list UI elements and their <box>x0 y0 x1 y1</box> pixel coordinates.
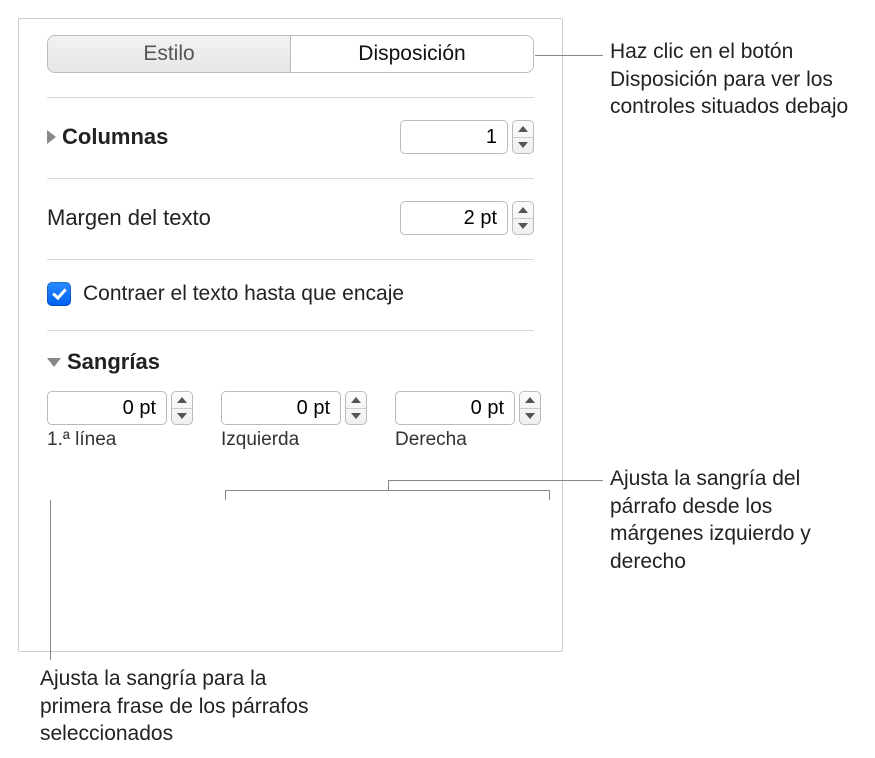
indent-left-stepper <box>221 391 367 425</box>
indent-first-input[interactable] <box>47 391 167 425</box>
columns-stepper <box>400 120 534 154</box>
text-margin-label: Margen del texto <box>47 205 211 231</box>
indent-first-down[interactable] <box>172 409 192 425</box>
indent-first-stepper <box>47 391 193 425</box>
indent-first-col: 1.ª línea <box>47 391 193 451</box>
columns-row: Columnas <box>47 120 534 154</box>
columns-step-up[interactable] <box>513 121 533 138</box>
columns-input[interactable] <box>400 120 508 154</box>
callout-first-line: Ajusta la sangría para la primera frase … <box>40 665 330 748</box>
columns-stepper-buttons <box>512 120 534 154</box>
text-margin-row: Margen del texto <box>47 201 534 235</box>
divider <box>47 330 534 331</box>
callout-leader <box>388 480 603 481</box>
text-margin-stepper <box>400 201 534 235</box>
tab-style[interactable]: Estilo <box>48 36 291 72</box>
shrink-checkbox[interactable] <box>47 282 71 306</box>
text-margin-step-up[interactable] <box>513 202 533 219</box>
chevron-up-icon <box>351 397 361 403</box>
shrink-label: Contraer el texto hasta que encaje <box>83 282 404 306</box>
indent-right-up[interactable] <box>520 392 540 409</box>
text-margin-stepper-buttons <box>512 201 534 235</box>
callout-left-right: Ajusta la sangría del párrafo desde los … <box>610 465 870 576</box>
chevron-down-icon <box>47 358 61 367</box>
columns-label[interactable]: Columnas <box>47 124 168 150</box>
callout-layout: Haz clic en el botón Disposición para ve… <box>610 38 870 121</box>
tab-layout[interactable]: Disposición <box>291 36 533 72</box>
indent-right-buttons <box>519 391 541 425</box>
chevron-down-icon <box>351 413 361 419</box>
columns-step-down[interactable] <box>513 138 533 154</box>
divider <box>47 178 534 179</box>
indent-right-stepper <box>395 391 541 425</box>
divider <box>47 97 534 98</box>
indents-label: Sangrías <box>67 349 160 375</box>
indent-left-input[interactable] <box>221 391 341 425</box>
indent-right-input[interactable] <box>395 391 515 425</box>
indents-header[interactable]: Sangrías <box>47 349 534 375</box>
indent-first-caption: 1.ª línea <box>47 429 116 451</box>
callout-leader <box>535 55 603 56</box>
indent-right-caption: Derecha <box>395 429 467 451</box>
indent-left-buttons <box>345 391 367 425</box>
chevron-right-icon <box>47 130 56 144</box>
columns-label-text: Columnas <box>62 124 168 150</box>
indent-right-down[interactable] <box>520 409 540 425</box>
indent-left-down[interactable] <box>346 409 366 425</box>
callout-leader <box>50 500 51 660</box>
layout-panel: Estilo Disposición Columnas Margen del t… <box>18 18 563 652</box>
shrink-row: Contraer el texto hasta que encaje <box>47 282 534 306</box>
callout-bracket-tick <box>388 480 389 490</box>
chevron-down-icon <box>525 413 535 419</box>
chevron-down-icon <box>518 142 528 148</box>
chevron-down-icon <box>518 223 528 229</box>
checkmark-icon <box>52 285 67 300</box>
indent-first-buttons <box>171 391 193 425</box>
tabs-segmented: Estilo Disposición <box>47 35 534 73</box>
chevron-up-icon <box>518 126 528 132</box>
indent-left-caption: Izquierda <box>221 429 299 451</box>
indents-row: 1.ª línea Izquierda Derecha <box>47 391 534 451</box>
chevron-up-icon <box>525 397 535 403</box>
chevron-up-icon <box>518 207 528 213</box>
divider <box>47 259 534 260</box>
callout-bracket <box>225 490 550 500</box>
indent-left-up[interactable] <box>346 392 366 409</box>
indent-first-up[interactable] <box>172 392 192 409</box>
text-margin-input[interactable] <box>400 201 508 235</box>
indent-right-col: Derecha <box>395 391 541 451</box>
chevron-down-icon <box>177 413 187 419</box>
text-margin-step-down[interactable] <box>513 219 533 235</box>
chevron-up-icon <box>177 397 187 403</box>
indent-left-col: Izquierda <box>221 391 367 451</box>
